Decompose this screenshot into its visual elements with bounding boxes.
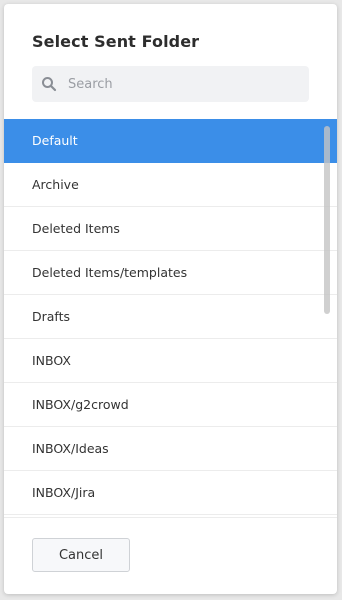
folder-item-inbox-ideas[interactable]: INBOX/Ideas [4, 427, 337, 471]
cancel-button[interactable]: Cancel [32, 538, 130, 572]
search-box[interactable] [32, 66, 309, 102]
footer-divider [4, 517, 337, 518]
dialog-title: Select Sent Folder [32, 32, 200, 51]
folder-item-deleted-items-templates[interactable]: Deleted Items/templates [4, 251, 337, 295]
select-sent-folder-dialog: Select Sent Folder Default Archive Delet… [4, 4, 337, 594]
folder-item-default[interactable]: Default [4, 119, 337, 163]
search-input[interactable] [68, 66, 298, 102]
folder-item-inbox-jira[interactable]: INBOX/Jira [4, 471, 337, 515]
folder-item-drafts[interactable]: Drafts [4, 295, 337, 339]
search-icon [41, 76, 57, 92]
folder-item-inbox[interactable]: INBOX [4, 339, 337, 383]
folder-list-scrollbar[interactable] [324, 126, 330, 314]
folder-item-archive[interactable]: Archive [4, 163, 337, 207]
folder-item-inbox-g2crowd[interactable]: INBOX/g2crowd [4, 383, 337, 427]
folder-list[interactable]: Default Archive Deleted Items Deleted It… [4, 119, 337, 517]
folder-item-deleted-items[interactable]: Deleted Items [4, 207, 337, 251]
